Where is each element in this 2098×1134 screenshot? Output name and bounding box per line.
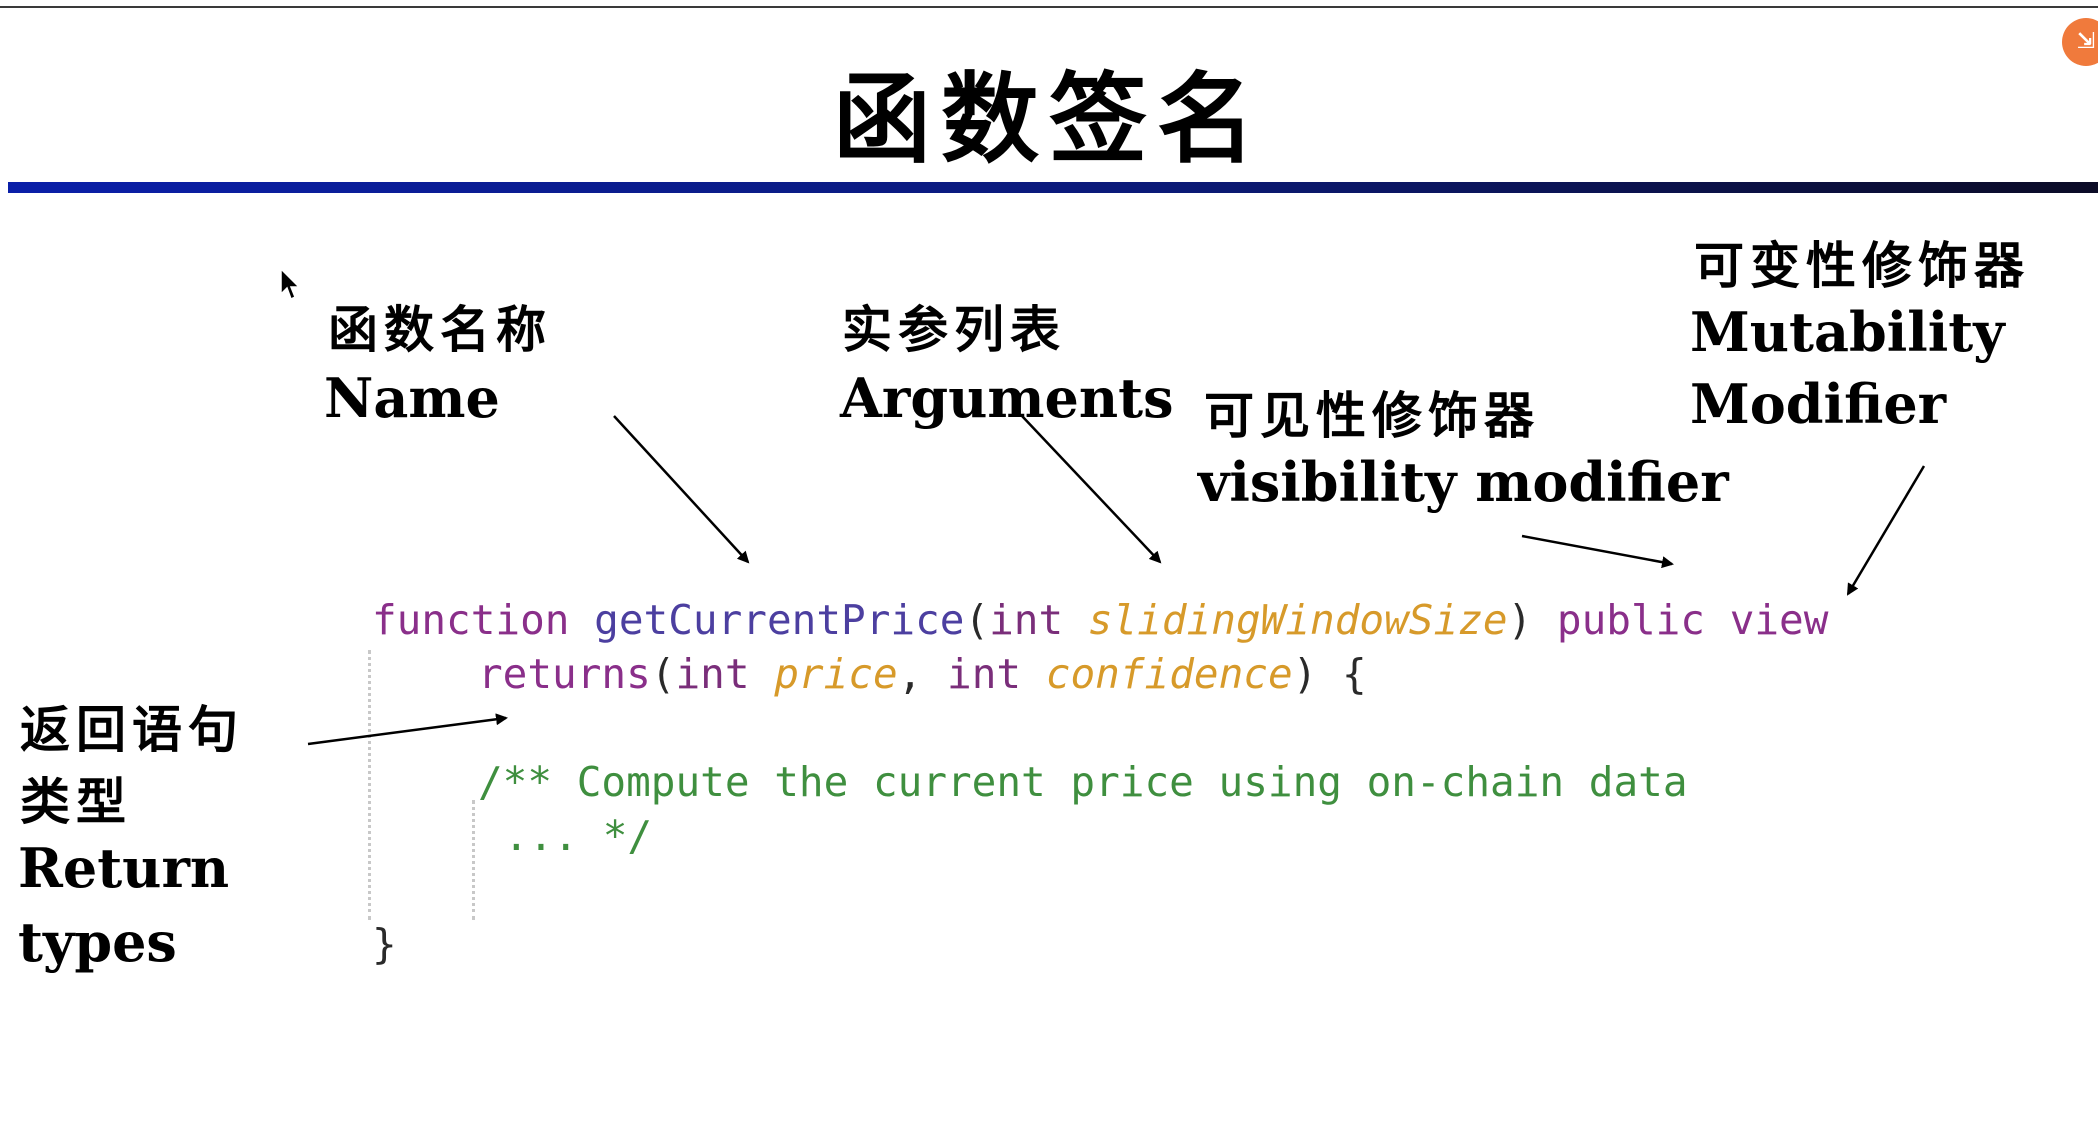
annotation-arrows bbox=[307, 415, 1926, 746]
arrow-mutability bbox=[1846, 465, 1926, 596]
arrow-name bbox=[613, 415, 750, 564]
arrow-arguments bbox=[1021, 415, 1162, 564]
arrow-visibility bbox=[1521, 534, 1674, 569]
arrow-return bbox=[307, 713, 508, 746]
